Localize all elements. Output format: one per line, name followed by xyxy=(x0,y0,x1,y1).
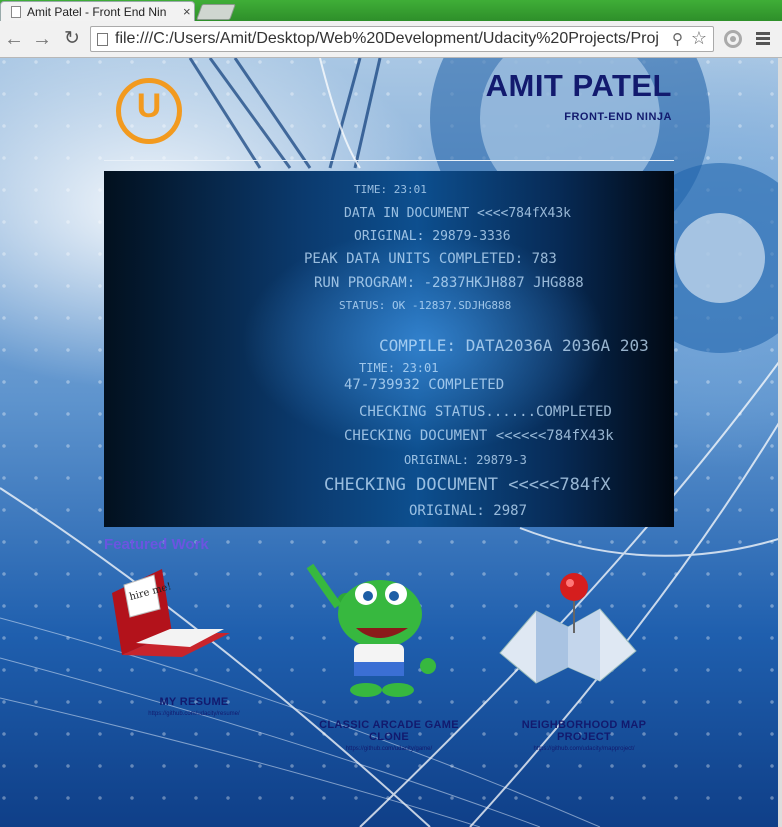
project-title[interactable]: NEIGHBORHOOD MAP PROJECT xyxy=(494,719,674,743)
url-text[interactable]: file:///C:/Users/Amit/Desktop/Web%20Deve… xyxy=(115,30,665,48)
project-link[interactable]: https://github.com/udacity/game/ xyxy=(300,746,478,752)
arrow-right-icon[interactable]: → xyxy=(30,28,54,50)
header-divider xyxy=(104,160,674,161)
tab-title: Amit Patel - Front End Nin xyxy=(27,4,167,19)
project-resume[interactable]: MY RESUME https://github.com/udacity/res… xyxy=(120,696,268,717)
hero-text-line: ORIGINAL: 29879-3336 xyxy=(354,229,511,244)
magnifier-icon[interactable]: ⚲ xyxy=(672,30,683,48)
new-tab-button[interactable] xyxy=(196,4,236,20)
address-bar[interactable]: file:///C:/Users/Amit/Desktop/Web%20Deve… xyxy=(90,26,714,52)
hero-text-line: CHECKING DOCUMENT <<<<<784fX xyxy=(324,475,611,495)
hero-text-line: DATA IN DOCUMENT <<<<784fX43k xyxy=(344,206,571,221)
project-neighborhood-map[interactable]: NEIGHBORHOOD MAP PROJECT https://github.… xyxy=(494,719,674,752)
browser-tab[interactable]: Amit Patel - Front End Nin × xyxy=(0,1,195,21)
star-icon[interactable]: ☆ xyxy=(691,28,707,49)
hero-text-line: PEAK DATA UNITS COMPLETED: 783 xyxy=(304,251,557,267)
extension-icon[interactable] xyxy=(724,30,742,48)
hero-text-line: CHECKING STATUS......COMPLETED xyxy=(359,404,612,420)
project-title[interactable]: MY RESUME xyxy=(120,696,268,708)
hero-text-line: COMPILE: DATA2036A 2036A 203 xyxy=(379,336,649,355)
hero-text-line: ORIGINAL: 29879-3 xyxy=(404,453,527,467)
site-subtitle: FRONT-END NINJA xyxy=(564,111,672,123)
hero-text-line: TIME: 23:01 xyxy=(359,361,439,375)
hero-text-line: TIME: 23:01 xyxy=(354,183,427,196)
reload-icon[interactable]: ↻ xyxy=(60,28,84,50)
document-icon xyxy=(97,33,108,46)
page-scrollbar[interactable] xyxy=(778,58,782,827)
featured-work-heading: Featured Work xyxy=(104,536,209,553)
project-arcade-game[interactable]: CLASSIC ARCADE GAME CLONE https://github… xyxy=(300,719,478,752)
hero-text-line: CHECKING DOCUMENT <<<<<<784fX43k xyxy=(344,428,614,444)
frog-character-image[interactable] xyxy=(298,558,448,708)
hero-text-line: RUN PROGRAM: -2837HKJH887 JHG888 xyxy=(314,275,584,291)
hero-text-line: 47-739932 COMPLETED xyxy=(344,377,505,393)
resume-laptop-image[interactable]: hire me! xyxy=(106,563,234,658)
page-icon xyxy=(11,5,21,18)
menu-icon[interactable] xyxy=(756,32,770,47)
browser-toolbar: ← → ↻ file:///C:/Users/Amit/Desktop/Web%… xyxy=(0,21,782,58)
logo-letter: U xyxy=(136,87,162,125)
site-title: AMIT PATEL xyxy=(485,68,672,103)
hero-text-line: ORIGINAL: 2987 xyxy=(409,503,528,519)
tab-close-icon[interactable]: × xyxy=(183,4,191,19)
project-link[interactable]: https://github.com/udacity/mapproject/ xyxy=(494,746,674,752)
arrow-left-icon[interactable]: ← xyxy=(2,28,26,50)
project-link[interactable]: https://github.com/udacity/resume/ xyxy=(120,711,268,717)
map-pin-image[interactable] xyxy=(496,571,641,689)
project-title[interactable]: CLASSIC ARCADE GAME CLONE xyxy=(300,719,478,743)
page-viewport: U AMIT PATEL FRONT-END NINJA TIME: 23:01… xyxy=(0,58,782,827)
hero-text-line: STATUS: OK -12837.SDJHG888 xyxy=(339,299,512,312)
tab-strip: Amit Patel - Front End Nin × xyxy=(0,0,782,21)
hero-image: TIME: 23:01 DATA IN DOCUMENT <<<<784fX43… xyxy=(104,171,674,527)
udacity-logo[interactable]: U xyxy=(116,78,182,144)
